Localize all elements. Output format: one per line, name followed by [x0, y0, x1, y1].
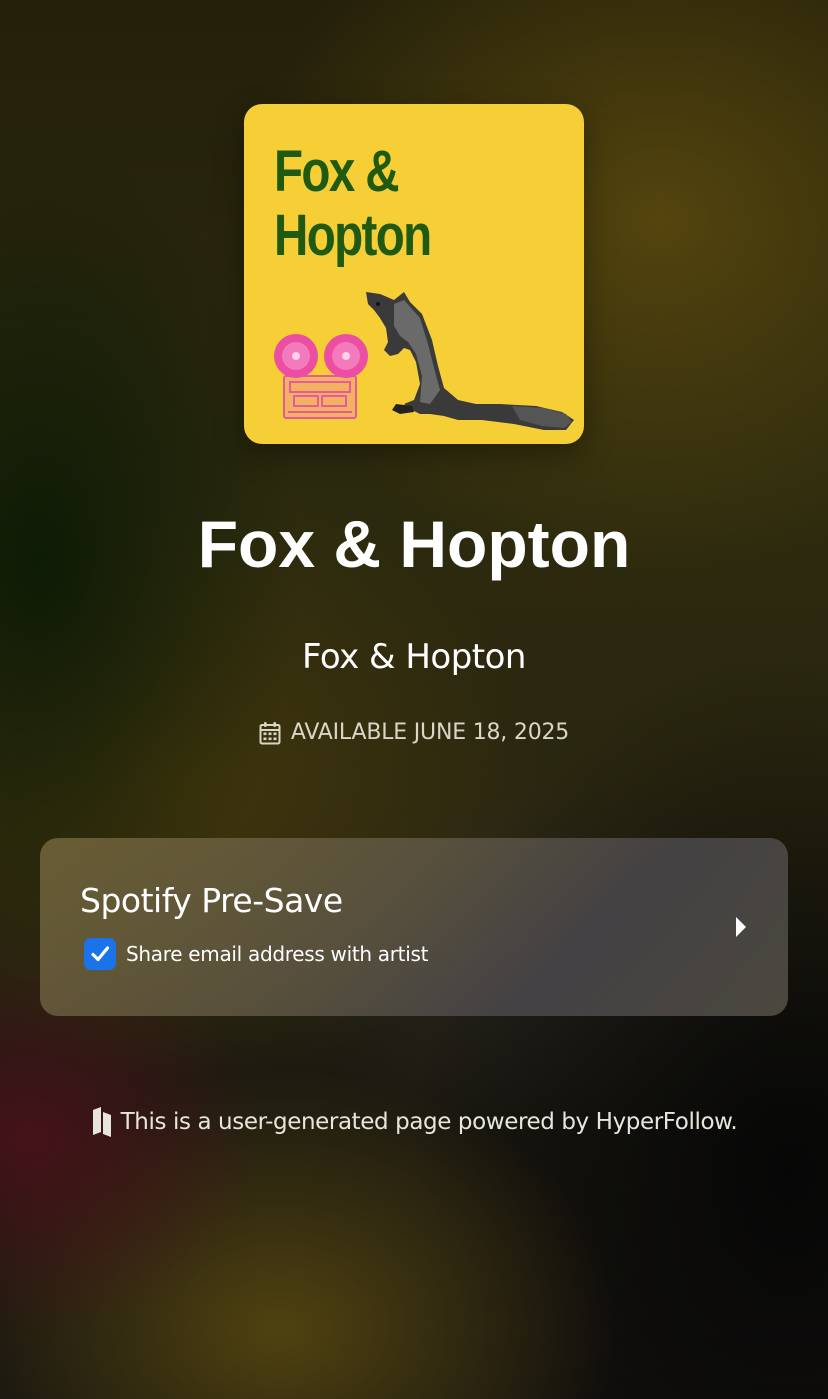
calendar-icon: [259, 722, 281, 745]
album-cover-title-line-1: Fox &: [274, 139, 400, 204]
chevron-right-icon: [736, 917, 746, 937]
album-cover-title-line-2: Hopton: [274, 203, 432, 268]
album-cover: Fox & Hopton: [244, 104, 584, 444]
presave-title: Spotify Pre-Save: [80, 881, 343, 920]
checkmark-icon: [91, 946, 110, 962]
share-email-label: Share email address with artist: [126, 942, 429, 966]
hyperfollow-icon: [92, 1107, 111, 1137]
album-cover-title: Fox & Hopton: [274, 139, 432, 268]
footer-text: This is a user-generated page powered by…: [120, 1109, 738, 1135]
release-page: Fox & Hopton Fox & Hopton Fox & Hopton A…: [0, 0, 828, 1399]
release-title: Fox & Hopton: [197, 507, 631, 581]
footer-notice: This is a user-generated page powered by…: [0, 1104, 828, 1140]
spotify-presave-button[interactable]: Spotify Pre-Save Share email address wit…: [40, 838, 788, 1016]
availability-text: AVAILABLE JUNE 18, 2025: [290, 720, 570, 745]
artist-name: Fox & Hopton: [302, 637, 526, 677]
share-email-consent[interactable]: Share email address with artist: [84, 938, 428, 970]
share-email-checkbox[interactable]: [84, 938, 116, 970]
availability-line: AVAILABLE JUNE 18, 2025: [0, 718, 828, 748]
